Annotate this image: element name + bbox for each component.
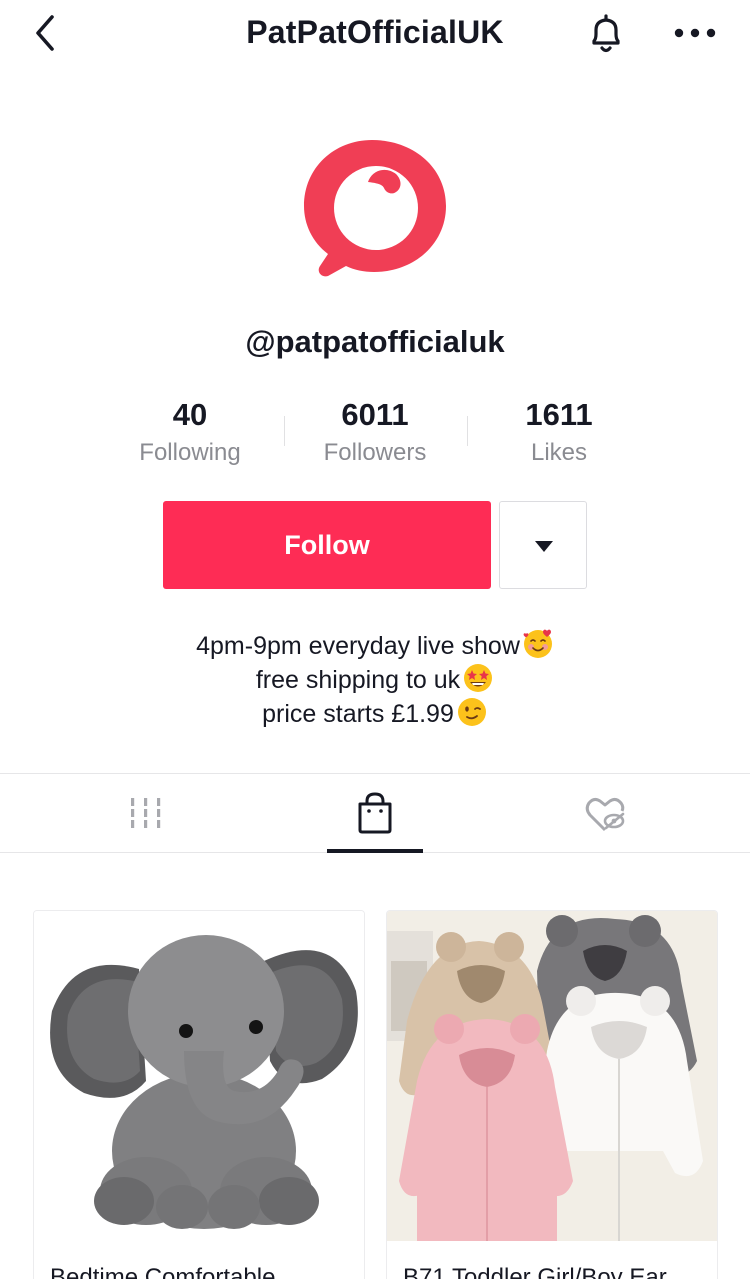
bell-icon	[592, 14, 620, 53]
product-card[interactable]: B71 Toddler Girl/Boy Ear	[386, 910, 718, 1279]
followers-count: 6011	[341, 397, 409, 432]
likes-label: Likes	[530, 439, 588, 466]
bio-text: free shipping to uk	[255, 666, 461, 694]
follow-button[interactable]: Follow	[163, 501, 491, 589]
top-bar: PatPatOfficialUK	[0, 0, 750, 66]
gray-elephant-plush-toy-image	[34, 911, 364, 1241]
notification-button[interactable]	[584, 12, 628, 56]
tab-videos[interactable]	[98, 774, 194, 853]
bio-line: 4pm-9pm everyday live show	[0, 628, 750, 662]
profile-stats: 40 Following 6011 Followers 1611 Likes	[98, 396, 652, 474]
tab-shop[interactable]	[327, 774, 423, 853]
product-title: B71 Toddler Girl/Boy Ear	[403, 1264, 667, 1279]
product-title: Bedtime Comfortable	[50, 1264, 276, 1279]
more-horizontal-icon	[674, 28, 716, 38]
liked-hidden-icon	[585, 797, 625, 832]
following-count: 40	[172, 397, 208, 432]
stat-followers[interactable]: 6011 Followers	[283, 396, 467, 470]
bio-line: free shipping to uk	[0, 662, 750, 696]
following-label: Following	[139, 439, 241, 466]
stat-following[interactable]: 40 Following	[98, 396, 282, 470]
likes-count: 1611	[525, 397, 593, 432]
more-options-button[interactable]	[672, 20, 718, 46]
caret-down-icon	[535, 541, 553, 552]
active-tab-indicator	[327, 849, 423, 853]
tab-liked[interactable]	[557, 774, 653, 853]
followers-label: Followers	[323, 439, 427, 466]
avatar[interactable]	[302, 138, 450, 278]
patpat-logo	[304, 140, 446, 277]
star-struck-icon	[464, 664, 493, 692]
page-title: PatPatOfficialUK	[246, 14, 504, 50]
profile-bio: 4pm-9pm everyday live show free shipping…	[0, 628, 750, 730]
product-card[interactable]: Bedtime Comfortable	[33, 910, 365, 1279]
winking-face-icon	[457, 698, 486, 726]
bio-text: price starts £1.99	[262, 700, 454, 728]
bio-text: 4pm-9pm everyday live show	[196, 632, 520, 660]
bio-line: price starts £1.99	[0, 696, 750, 730]
stat-likes: 1611 Likes	[467, 396, 651, 470]
toddler-fleece-hoodie-jackets-image	[387, 911, 717, 1241]
smiling-face-with-hearts-icon	[523, 629, 552, 658]
shopping-bag-icon	[358, 792, 392, 834]
username-handle: @patpatofficialuk	[245, 324, 505, 359]
videos-grid-icon	[131, 798, 161, 828]
suggested-accounts-dropdown[interactable]	[499, 501, 587, 589]
profile-tabs	[0, 773, 750, 853]
